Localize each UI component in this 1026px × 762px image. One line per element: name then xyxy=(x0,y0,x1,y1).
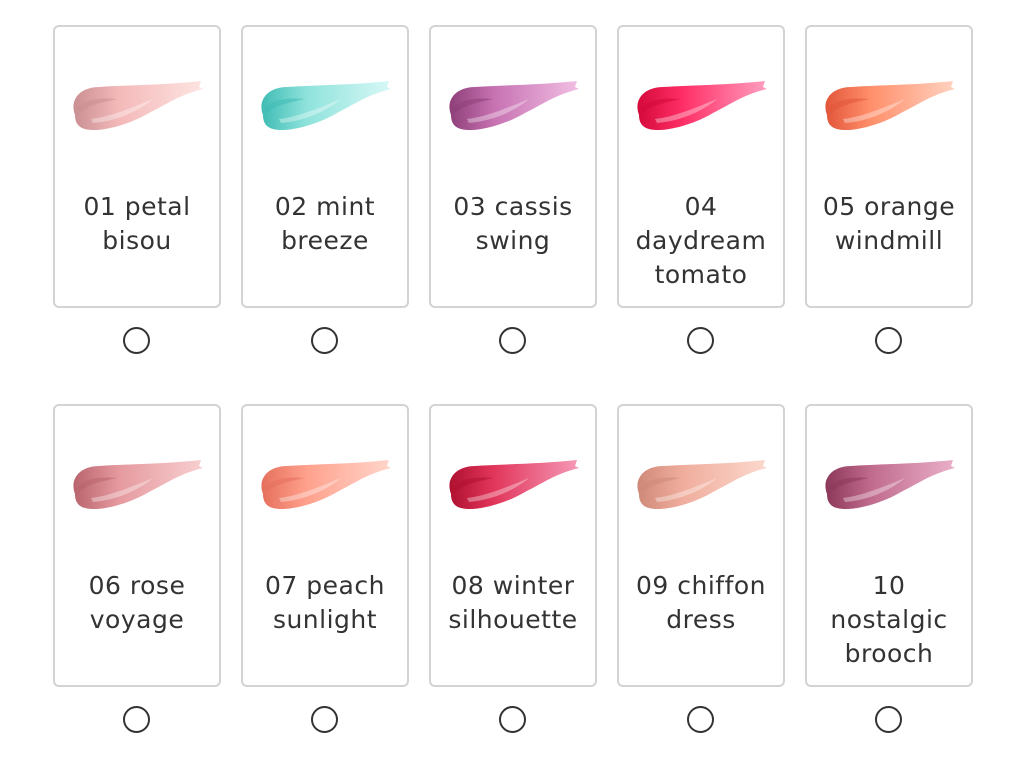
shade-label: 02 mint breeze xyxy=(274,192,376,255)
shade-label: 08 winter silhouette xyxy=(448,571,578,634)
shade-label: 10 nostalgic brooch xyxy=(830,571,948,668)
shade-card[interactable]: 08 winter silhouette xyxy=(429,404,597,687)
lip-swatch-image xyxy=(69,456,205,518)
shade-option-01: 01 petal bisou xyxy=(53,25,221,354)
shade-radio-button[interactable] xyxy=(687,706,714,733)
shade-card[interactable]: 10 nostalgic brooch xyxy=(805,404,973,687)
shade-radio-button[interactable] xyxy=(499,327,526,354)
shade-option-07: 07 peach sunlight xyxy=(241,404,409,733)
shade-option-10: 10 nostalgic brooch xyxy=(805,404,973,733)
shade-card[interactable]: 03 cassis swing xyxy=(429,25,597,308)
shade-label: 04 daydream tomato xyxy=(635,192,767,289)
shade-radio-button[interactable] xyxy=(499,706,526,733)
shade-radio-button[interactable] xyxy=(123,706,150,733)
shade-selector-grid: 01 petal bisou 02 mint breeze 03 cassis … xyxy=(0,0,1026,762)
shade-label: 07 peach sunlight xyxy=(265,571,385,634)
shade-option-02: 02 mint breeze xyxy=(241,25,409,354)
lip-swatch-image xyxy=(633,77,769,139)
shade-option-03: 03 cassis swing xyxy=(429,25,597,354)
shade-radio-button[interactable] xyxy=(311,706,338,733)
lip-swatch-image xyxy=(445,456,581,518)
shade-label: 01 petal bisou xyxy=(83,192,191,255)
lip-swatch-image xyxy=(821,77,957,139)
shade-option-04: 04 daydream tomato xyxy=(617,25,785,354)
shade-option-05: 05 orange windmill xyxy=(805,25,973,354)
lip-swatch-image xyxy=(69,77,205,139)
shade-option-09: 09 chiffon dress xyxy=(617,404,785,733)
shade-card[interactable]: 06 rose voyage xyxy=(53,404,221,687)
shade-radio-button[interactable] xyxy=(875,706,902,733)
lip-swatch-image xyxy=(445,77,581,139)
shade-label: 05 orange windmill xyxy=(822,192,956,255)
shade-radio-button[interactable] xyxy=(311,327,338,354)
lip-swatch-image xyxy=(257,77,393,139)
shade-label: 06 rose voyage xyxy=(88,571,186,634)
lip-swatch-image xyxy=(257,456,393,518)
shade-card[interactable]: 02 mint breeze xyxy=(241,25,409,308)
lip-swatch-image xyxy=(633,456,769,518)
shade-radio-button[interactable] xyxy=(123,327,150,354)
shade-card[interactable]: 05 orange windmill xyxy=(805,25,973,308)
shade-card[interactable]: 01 petal bisou xyxy=(53,25,221,308)
shade-card[interactable]: 04 daydream tomato xyxy=(617,25,785,308)
shade-option-06: 06 rose voyage xyxy=(53,404,221,733)
shade-radio-button[interactable] xyxy=(875,327,902,354)
shade-option-08: 08 winter silhouette xyxy=(429,404,597,733)
lip-swatch-image xyxy=(821,456,957,518)
shade-card[interactable]: 09 chiffon dress xyxy=(617,404,785,687)
shade-label: 03 cassis swing xyxy=(453,192,573,255)
shade-radio-button[interactable] xyxy=(687,327,714,354)
shade-label: 09 chiffon dress xyxy=(635,571,767,634)
shade-card[interactable]: 07 peach sunlight xyxy=(241,404,409,687)
